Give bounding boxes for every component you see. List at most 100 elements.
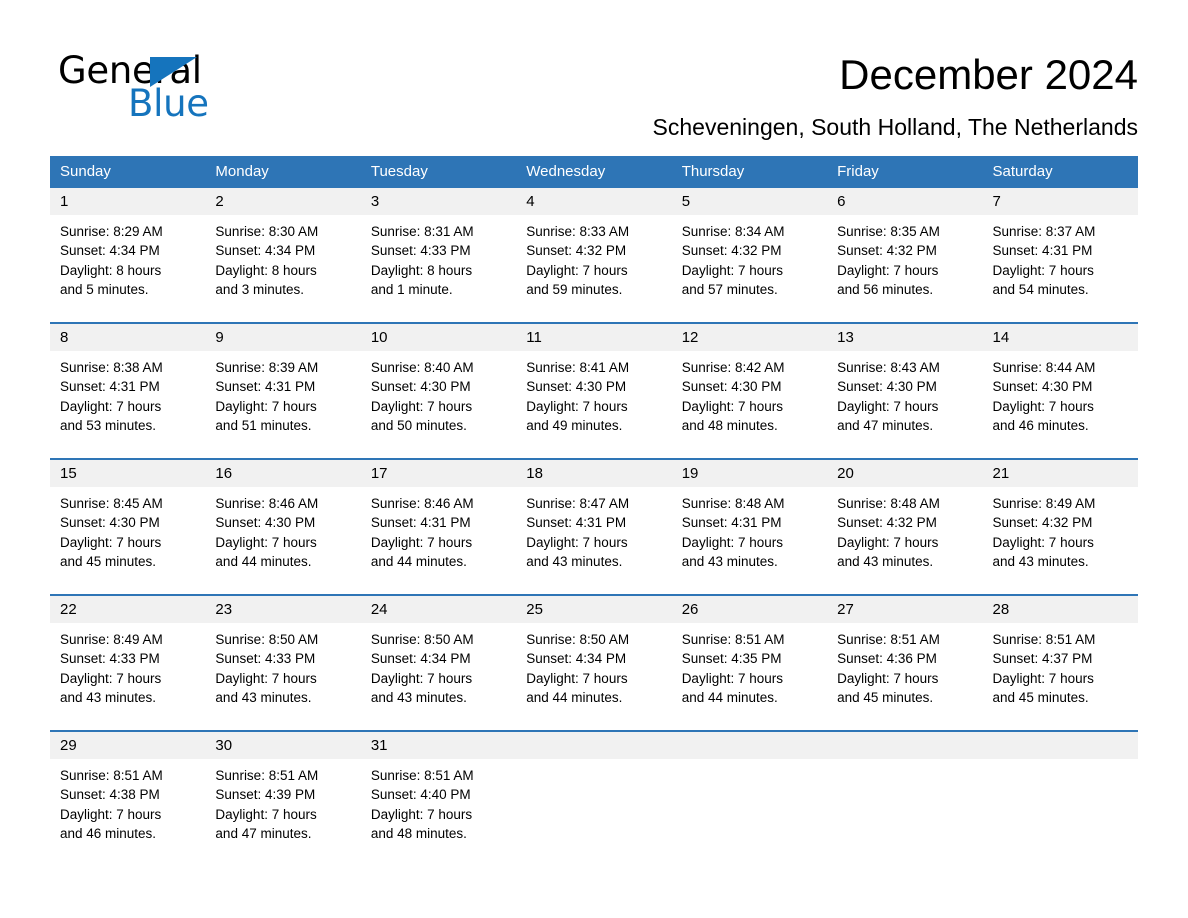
- day-number: 26: [681, 601, 699, 618]
- daylight-text-line1: Daylight: 8 hours: [215, 262, 317, 278]
- sunrise-text: Sunrise: 8:38 AM: [60, 360, 163, 375]
- calendar-day-cell[interactable]: 5 Sunrise: 8:34 AM Sunset: 4:32 PM Dayli…: [671, 188, 828, 311]
- daylight-text-line1: Daylight: 7 hours: [526, 670, 628, 686]
- day-number-band: 30: [205, 732, 361, 759]
- day-number: 16: [215, 465, 233, 482]
- sunrise-text: Sunrise: 8:51 AM: [370, 768, 474, 783]
- sunset-text: Sunset: 4:33 PM: [60, 651, 160, 667]
- day-number-band: 13: [827, 324, 983, 351]
- weekday-header-wednesday: Wednesday: [526, 163, 606, 180]
- general-blue-logo[interactable]: General Blue: [58, 50, 318, 125]
- page-header: General Blue December 2024 Scheveningen,…: [0, 0, 1188, 141]
- day-number: 11: [526, 329, 542, 346]
- sunrise-text: Sunrise: 8:33 AM: [526, 224, 630, 239]
- daylight-text-line1: Daylight: 8 hours: [370, 262, 473, 278]
- sunrise-text: Sunrise: 8:50 AM: [215, 632, 319, 647]
- sunset-text: Sunset: 4:34 PM: [215, 243, 316, 259]
- calendar-day-cell[interactable]: 31 Sunrise: 8:51 AM Sunset: 4:40 PM Dayl…: [360, 732, 517, 855]
- daylight-text-line2: and 3 minutes.: [215, 281, 304, 297]
- day-details: [983, 759, 1138, 766]
- daylight-text-line2: and 1 minute.: [370, 281, 453, 297]
- calendar-day-cell[interactable]: 28 Sunrise: 8:51 AM Sunset: 4:37 PM Dayl…: [982, 596, 1138, 719]
- day-number: 17: [370, 465, 388, 482]
- daylight-text-line1: Daylight: 7 hours: [215, 398, 317, 414]
- calendar-day-cell[interactable]: 23 Sunrise: 8:50 AM Sunset: 4:33 PM Dayl…: [205, 596, 361, 719]
- calendar-day-cell[interactable]: 14 Sunrise: 8:44 AM Sunset: 4:30 PM Dayl…: [982, 324, 1138, 447]
- calendar-day-cell[interactable]: 13 Sunrise: 8:43 AM Sunset: 4:30 PM Dayl…: [827, 324, 983, 447]
- calendar-day-cell[interactable]: 10 Sunrise: 8:40 AM Sunset: 4:30 PM Dayl…: [360, 324, 517, 447]
- sunrise-text: Sunrise: 8:39 AM: [215, 360, 319, 375]
- calendar-day-cell[interactable]: 22 Sunrise: 8:49 AM Sunset: 4:33 PM Dayl…: [50, 596, 206, 719]
- sunset-text: Sunset: 4:30 PM: [526, 379, 627, 395]
- sunset-text: Sunset: 4:35 PM: [681, 651, 782, 667]
- day-number-band: 12: [671, 324, 828, 351]
- day-number-band: 11: [516, 324, 672, 351]
- calendar-page: General Blue December 2024 Scheveningen,…: [0, 0, 1188, 918]
- calendar-day-cell[interactable]: 21 Sunrise: 8:49 AM Sunset: 4:32 PM Dayl…: [982, 460, 1138, 583]
- day-number-band: 29: [50, 732, 206, 759]
- day-details: Sunrise: 8:38 AM Sunset: 4:31 PM Dayligh…: [50, 351, 205, 435]
- day-number-band: 28: [982, 596, 1138, 623]
- calendar-day-cell[interactable]: 6 Sunrise: 8:35 AM Sunset: 4:32 PM Dayli…: [827, 188, 983, 311]
- day-details: Sunrise: 8:30 AM Sunset: 4:34 PM Dayligh…: [205, 215, 360, 299]
- daylight-text-line2: and 48 minutes.: [370, 825, 467, 841]
- daylight-text-line1: Daylight: 7 hours: [526, 262, 628, 278]
- calendar-day-cell[interactable]: 15 Sunrise: 8:45 AM Sunset: 4:30 PM Dayl…: [50, 460, 206, 583]
- calendar-week-row: 1 Sunrise: 8:29 AM Sunset: 4:34 PM Dayli…: [50, 188, 1138, 311]
- calendar-day-cell[interactable]: 16 Sunrise: 8:46 AM Sunset: 4:30 PM Dayl…: [205, 460, 361, 583]
- daylight-text-line2: and 56 minutes.: [837, 281, 934, 297]
- calendar-day-cell[interactable]: 3 Sunrise: 8:31 AM Sunset: 4:33 PM Dayli…: [360, 188, 517, 311]
- day-details: Sunrise: 8:50 AM Sunset: 4:33 PM Dayligh…: [205, 623, 360, 707]
- sunset-text: Sunset: 4:30 PM: [215, 515, 316, 531]
- day-details: Sunrise: 8:51 AM Sunset: 4:39 PM Dayligh…: [205, 759, 360, 843]
- calendar-day-cell[interactable]: 2 Sunrise: 8:30 AM Sunset: 4:34 PM Dayli…: [205, 188, 361, 311]
- day-number: 28: [992, 601, 1010, 618]
- calendar-day-cell[interactable]: 26 Sunrise: 8:51 AM Sunset: 4:35 PM Dayl…: [671, 596, 828, 719]
- day-details: Sunrise: 8:51 AM Sunset: 4:35 PM Dayligh…: [672, 623, 827, 707]
- calendar-day-cell-empty: [671, 732, 828, 855]
- calendar-day-cell[interactable]: 29 Sunrise: 8:51 AM Sunset: 4:38 PM Dayl…: [50, 732, 206, 855]
- day-details: Sunrise: 8:50 AM Sunset: 4:34 PM Dayligh…: [516, 623, 671, 707]
- sunset-text: Sunset: 4:30 PM: [992, 379, 1093, 395]
- day-details: Sunrise: 8:46 AM Sunset: 4:31 PM Dayligh…: [361, 487, 516, 571]
- day-number: 9: [215, 329, 224, 346]
- sunrise-text: Sunrise: 8:45 AM: [60, 496, 163, 511]
- calendar-day-cell[interactable]: 30 Sunrise: 8:51 AM Sunset: 4:39 PM Dayl…: [205, 732, 361, 855]
- day-details: Sunrise: 8:31 AM Sunset: 4:33 PM Dayligh…: [361, 215, 516, 299]
- sunset-text: Sunset: 4:33 PM: [215, 651, 316, 667]
- calendar-day-cell[interactable]: 20 Sunrise: 8:48 AM Sunset: 4:32 PM Dayl…: [827, 460, 983, 583]
- calendar-day-cell[interactable]: 9 Sunrise: 8:39 AM Sunset: 4:31 PM Dayli…: [205, 324, 361, 447]
- day-details: Sunrise: 8:29 AM Sunset: 4:34 PM Dayligh…: [50, 215, 205, 299]
- calendar-day-cell[interactable]: 12 Sunrise: 8:42 AM Sunset: 4:30 PM Dayl…: [671, 324, 828, 447]
- calendar-day-cell[interactable]: 8 Sunrise: 8:38 AM Sunset: 4:31 PM Dayli…: [50, 324, 206, 447]
- calendar-day-cell[interactable]: 25 Sunrise: 8:50 AM Sunset: 4:34 PM Dayl…: [516, 596, 672, 719]
- day-number-band: 18: [516, 460, 672, 487]
- day-number: 12: [681, 329, 699, 346]
- calendar-day-cell[interactable]: 17 Sunrise: 8:46 AM Sunset: 4:31 PM Dayl…: [360, 460, 517, 583]
- sunrise-text: Sunrise: 8:29 AM: [60, 224, 163, 239]
- sunrise-text: Sunrise: 8:51 AM: [60, 768, 163, 783]
- sunset-text: Sunset: 4:31 PM: [526, 515, 627, 531]
- daylight-text-line2: and 44 minutes.: [370, 553, 467, 569]
- sunset-text: Sunset: 4:37 PM: [992, 651, 1093, 667]
- calendar-day-cell[interactable]: 4 Sunrise: 8:33 AM Sunset: 4:32 PM Dayli…: [516, 188, 672, 311]
- calendar-day-cell[interactable]: 24 Sunrise: 8:50 AM Sunset: 4:34 PM Dayl…: [360, 596, 517, 719]
- calendar-day-cell[interactable]: 27 Sunrise: 8:51 AM Sunset: 4:36 PM Dayl…: [827, 596, 983, 719]
- daylight-text-line1: Daylight: 7 hours: [60, 534, 162, 550]
- sunrise-text: Sunrise: 8:51 AM: [215, 768, 319, 783]
- day-details: Sunrise: 8:48 AM Sunset: 4:32 PM Dayligh…: [827, 487, 982, 571]
- sunset-text: Sunset: 4:32 PM: [837, 515, 937, 531]
- calendar-day-cell[interactable]: 7 Sunrise: 8:37 AM Sunset: 4:31 PM Dayli…: [982, 188, 1138, 311]
- calendar-day-cell[interactable]: 11 Sunrise: 8:41 AM Sunset: 4:30 PM Dayl…: [516, 324, 672, 447]
- day-number-band: 24: [360, 596, 517, 623]
- daylight-text-line2: and 43 minutes.: [526, 553, 623, 569]
- sunrise-text: Sunrise: 8:37 AM: [992, 224, 1096, 239]
- day-number: 31: [370, 737, 388, 754]
- daylight-text-line2: and 51 minutes.: [215, 417, 312, 433]
- calendar-day-cell[interactable]: 18 Sunrise: 8:47 AM Sunset: 4:31 PM Dayl…: [516, 460, 672, 583]
- calendar-day-cell[interactable]: 1 Sunrise: 8:29 AM Sunset: 4:34 PM Dayli…: [50, 188, 206, 311]
- calendar-day-cell[interactable]: 19 Sunrise: 8:48 AM Sunset: 4:31 PM Dayl…: [671, 460, 828, 583]
- day-number-band: 8: [50, 324, 206, 351]
- day-number-band: [671, 732, 828, 759]
- daylight-text-line1: Daylight: 7 hours: [681, 398, 783, 414]
